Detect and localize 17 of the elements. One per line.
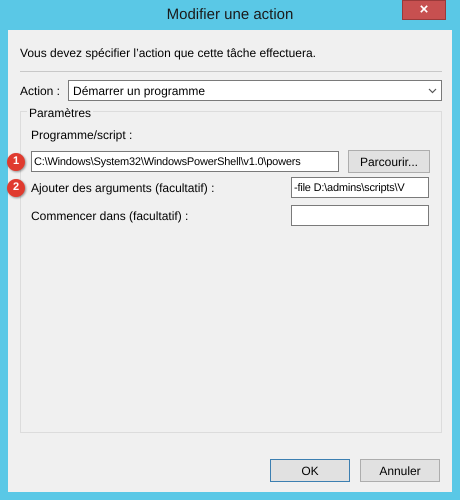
close-button[interactable]: ×: [402, 0, 446, 20]
number-marker: 1: [7, 152, 25, 170]
ok-button[interactable]: OK: [270, 459, 350, 482]
field-label: Ajouter des arguments (facultatif) :: [31, 180, 214, 196]
field-label: Commencer dans (facultatif) :: [31, 208, 188, 224]
browse-button[interactable]: Parcourir...: [348, 150, 430, 173]
field-label: Programme/script :: [31, 127, 134, 144]
instruction-text: Vous devez spécifier l’action que cette tâche effectuera.: [20, 45, 317, 62]
text-field[interactable]: [291, 205, 429, 226]
window-title: Modifier une action: [166, 4, 294, 25]
chevron-icon: [428, 88, 437, 94]
text-field[interactable]: -file D:\admins\scripts\V: [291, 177, 429, 198]
action-dropdown[interactable]: Démarrer un programme: [68, 80, 442, 101]
action-label: Action :: [20, 82, 60, 100]
path-field[interactable]: C:\Windows\System32\WindowsPowerShell\v1.0\powers: [31, 151, 339, 172]
number-marker: 2: [7, 178, 25, 196]
cancel-button[interactable]: Annuler: [360, 459, 440, 482]
